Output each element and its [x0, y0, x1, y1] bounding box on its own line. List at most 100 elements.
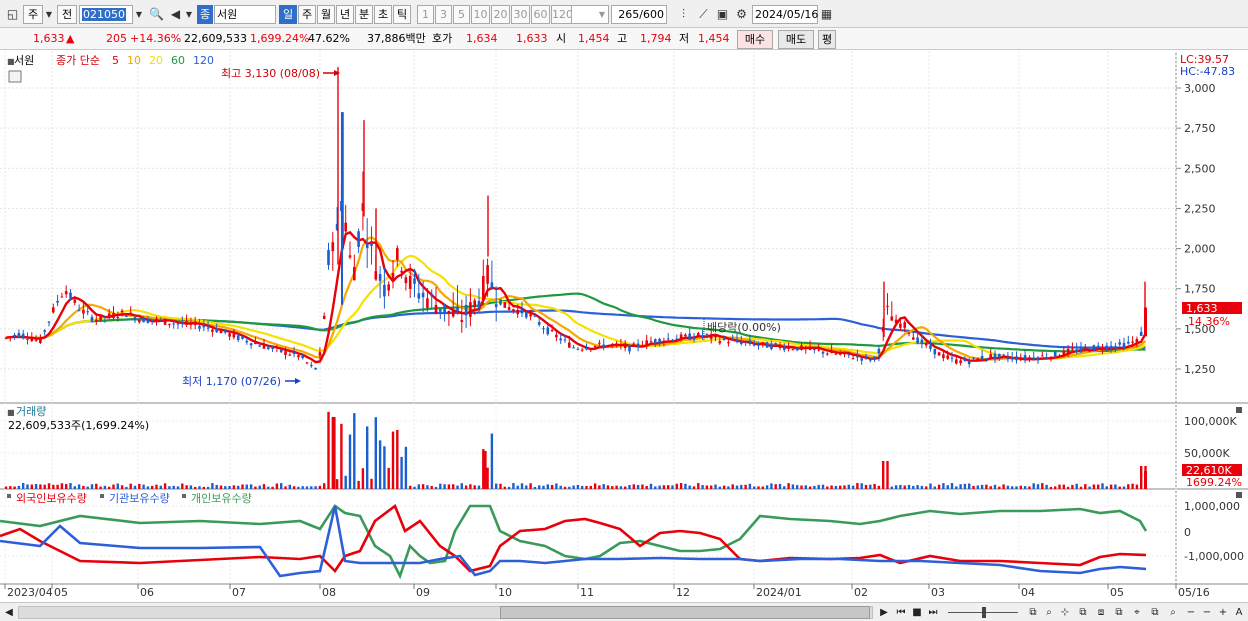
prev-stock-button[interactable]: 전 — [57, 5, 77, 24]
candle-body — [353, 267, 356, 281]
sell-button[interactable]: 매도 — [778, 30, 814, 49]
candle-body — [744, 341, 747, 343]
candle-body — [611, 344, 614, 346]
stock-code-input[interactable]: 021050 — [79, 5, 133, 24]
interval-tab[interactable]: 1 — [417, 5, 434, 24]
candle-body — [305, 362, 309, 364]
candle-body — [684, 334, 687, 337]
crosshair-icon[interactable]: ⊹ — [1058, 605, 1072, 620]
stop-icon[interactable]: ■ — [910, 605, 924, 620]
volume-bar — [370, 478, 373, 489]
dividend-annotation: 배당락(0.00%) — [707, 321, 781, 334]
interval-tab[interactable]: 5 — [453, 5, 470, 24]
fit-icon[interactable]: ⧈ — [1094, 605, 1108, 620]
period-tab[interactable]: 초 — [374, 5, 392, 24]
candle-body — [632, 343, 636, 345]
volume-bar — [886, 461, 889, 489]
save-icon[interactable]: ▣ — [713, 5, 732, 24]
first-page-icon[interactable]: ⏮ — [894, 605, 908, 620]
candle-body — [430, 294, 433, 297]
zoom-out-icon[interactable]: − — [1184, 605, 1198, 620]
data-count-field[interactable]: 265/600 — [611, 5, 667, 24]
chevron-down-icon[interactable]: ▼ — [183, 5, 195, 24]
volume-bar — [1131, 483, 1134, 489]
volume-bar — [318, 485, 322, 489]
x-axis-label: 08 — [322, 586, 336, 599]
chart-scrollbar[interactable]: ◀ ▶ ⏮ ■ ⏭ ⧉ ⌕ ⊹ ⧉ ⧈ ⧉ ⌖ ⧉ ⌕ − − + A — [0, 602, 1248, 621]
chevron-down-icon[interactable]: ▼ — [596, 5, 608, 24]
zoom-slider-handle[interactable] — [982, 607, 986, 618]
period-tab[interactable]: 일 — [279, 5, 297, 24]
overlay-icon[interactable]: ⧉ — [1112, 605, 1126, 620]
window-layout-icon[interactable]: ◱ — [3, 5, 22, 24]
interval-tab[interactable]: 60 — [531, 5, 550, 24]
volume-bar — [830, 485, 833, 489]
interval-tab[interactable]: 120 — [551, 5, 573, 24]
candle-settings-icon[interactable]: ⫶ — [674, 5, 693, 24]
low-annotation: 최저 1,170 (07/26) — [182, 375, 281, 388]
date-field[interactable]: 2024/05/16 — [752, 5, 818, 24]
gear-icon[interactable]: ⚙ — [732, 5, 751, 24]
buy-button[interactable]: 매수 — [737, 30, 773, 49]
measure-icon[interactable]: ⌖ — [1130, 605, 1144, 620]
volume-bar — [585, 485, 588, 489]
indicator-icon[interactable]: ⟋ — [694, 5, 713, 24]
last-page-icon[interactable]: ⏭ — [926, 605, 940, 620]
zoom-out-alt-icon[interactable]: − — [1200, 605, 1214, 620]
chart-area[interactable]: ■ 서원 종가 단순 5 10 20 60 120 LC:39.57 HC:-47.83… — [0, 51, 1248, 603]
volume-bar — [529, 483, 532, 489]
volume-bar — [942, 483, 945, 489]
volume-bar — [258, 485, 261, 489]
font-size-icon[interactable]: A — [1232, 605, 1246, 620]
volume-title[interactable]: 거래량 — [16, 405, 46, 418]
interval-tab[interactable]: 3 — [435, 5, 452, 24]
copy-icon[interactable]: ⧉ — [1148, 605, 1162, 620]
volume-bar — [486, 467, 489, 489]
stock-chart[interactable]: ■ 서원 종가 단순 5 10 20 60 120 LC:39.57 HC:-47.83… — [0, 51, 1248, 603]
candle-body — [533, 315, 537, 317]
period-tab[interactable]: 틱 — [393, 5, 411, 24]
volume-bar — [533, 486, 537, 489]
volume-bar — [851, 485, 855, 489]
interval-tab[interactable]: 10 — [471, 5, 490, 24]
chevron-down-icon[interactable]: ▼ — [133, 5, 145, 24]
volume-bar — [559, 485, 562, 489]
compare-icon[interactable]: ⧉ — [1076, 605, 1090, 620]
volume-bar — [606, 485, 610, 489]
volume-bar — [542, 485, 545, 489]
candle-body — [1127, 341, 1130, 344]
period-tab[interactable]: 년 — [336, 5, 354, 24]
interval-tab[interactable]: 20 — [491, 5, 510, 24]
calendar-icon[interactable]: ▦ — [817, 5, 836, 24]
view-mode-icon[interactable]: ⧉ — [1026, 605, 1040, 620]
volume-bar — [933, 486, 936, 489]
x-axis-label: 04 — [1021, 586, 1035, 599]
candle-body — [82, 309, 85, 314]
stock-name-field[interactable]: 서원 — [214, 5, 276, 24]
scroll-right-icon[interactable]: ▶ — [878, 605, 890, 620]
search-icon[interactable]: ⌕ — [1166, 605, 1180, 620]
scroll-left-icon[interactable]: ◀ — [3, 605, 15, 620]
candle-body — [912, 337, 915, 340]
volume-bar — [9, 486, 12, 489]
volume-bar — [813, 485, 816, 489]
zoom-in-area-icon[interactable]: ⌕ — [1042, 605, 1056, 620]
ma-period-label: 20 — [149, 54, 163, 67]
volume-bar — [116, 483, 119, 489]
average-button[interactable]: 평 — [818, 30, 836, 49]
ma-label[interactable]: 종가 단순 — [56, 54, 100, 67]
scroll-thumb[interactable] — [500, 606, 870, 619]
period-tab[interactable]: 주 — [298, 5, 316, 24]
candle-body — [559, 338, 562, 341]
candle-body — [675, 338, 679, 340]
zoom-in-icon[interactable]: + — [1216, 605, 1230, 620]
volume-bar — [1049, 486, 1053, 489]
price-panel-name[interactable]: 서원 — [14, 54, 34, 67]
chevron-down-icon[interactable]: ▼ — [43, 5, 55, 24]
search-icon[interactable]: 🔍 — [147, 5, 166, 24]
period-tab[interactable]: 분 — [355, 5, 373, 24]
market-type-select[interactable]: 주 — [23, 5, 43, 24]
interval-tab[interactable]: 30 — [511, 5, 530, 24]
period-tab[interactable]: 월 — [317, 5, 335, 24]
volume-bar — [1041, 483, 1044, 489]
